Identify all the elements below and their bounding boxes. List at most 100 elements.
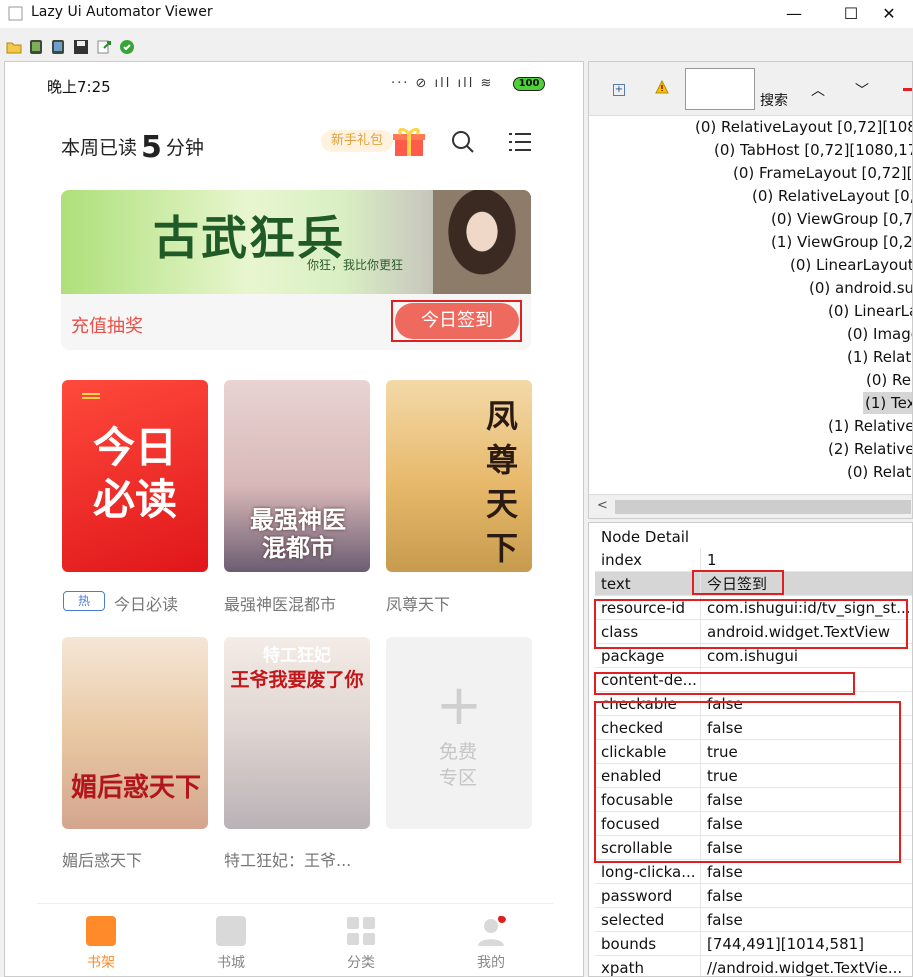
prev-match-button[interactable]: ︿ — [811, 80, 825, 100]
tree-node[interactable]: (0) LinearLa — [828, 300, 912, 322]
reading-suffix: 分钟 — [165, 137, 204, 159]
tree-search-input[interactable] — [685, 68, 755, 110]
detail-row[interactable]: index 1 — [595, 548, 912, 572]
detail-row[interactable]: bounds [744,491][1014,581] — [595, 932, 912, 956]
next-match-button[interactable]: ﹀ — [855, 80, 869, 100]
tree-node[interactable]: (0) Image — [847, 323, 912, 345]
tab-label: 我的 — [477, 955, 505, 971]
reading-minutes: 5 — [141, 130, 162, 165]
tree-node[interactable]: (0) ViewGroup [0,72 — [771, 208, 912, 230]
book-cover[interactable]: 媚后惑天下 — [62, 637, 208, 829]
tab-mine[interactable]: 我的 — [451, 914, 531, 974]
status-time: 晚上7:25 — [47, 78, 111, 96]
cover-line: 今日 — [92, 423, 177, 472]
tree-node[interactable]: (0) RelativeLayout [0,72][1080, — [695, 116, 912, 138]
hot-badge: 热 — [63, 591, 105, 611]
scrollbar-thumb[interactable] — [615, 500, 911, 514]
detail-row[interactable]: xpath //android.widget.TextVie... — [595, 956, 912, 977]
search-label: 搜索 — [760, 93, 788, 109]
tree-horizontal-scrollbar[interactable]: < — [589, 494, 912, 518]
reading-prefix: 本周已读 — [61, 137, 138, 159]
newbie-gift-button[interactable]: 新手礼包 — [321, 126, 425, 156]
tree-node[interactable]: (0) TabHost [0,72][1080,175 — [714, 139, 912, 161]
detail-value: [744,491][1014,581] — [707, 935, 865, 953]
tab-bookshelf[interactable]: 书架 — [61, 914, 141, 974]
search-icon[interactable] — [451, 130, 475, 154]
cover-line: 专区 — [438, 767, 477, 789]
main-toolbar — [0, 37, 200, 59]
banner-portrait — [433, 190, 531, 294]
book-cover-text: 媚后惑天下 — [70, 773, 201, 803]
tree-node[interactable]: (1) ViewGroup [0,24 — [771, 231, 912, 253]
tree-node[interactable]: (0) LinearLayout — [790, 254, 912, 276]
detail-row[interactable]: long-clicka... false — [595, 860, 912, 884]
user-icon — [478, 916, 506, 946]
minimize-button[interactable]: — — [771, 0, 817, 28]
tree-toolbar: + 搜索 ︿ ﹀ — [589, 62, 912, 116]
tree-node[interactable]: (0) Rel — [866, 369, 912, 391]
device-screenshot-alt-icon[interactable] — [50, 39, 66, 55]
banner-title-prefix: 古 — [153, 211, 201, 265]
annotation-box-resource-class — [594, 599, 908, 649]
node-detail-panel: Node Detail index 1 text 今日签到 resource-id c… — [588, 522, 913, 977]
device-screenshot-icon[interactable] — [28, 39, 44, 55]
detail-value: //android.widget.TextVie... — [707, 959, 903, 977]
plus-icon: + — [435, 673, 483, 738]
clear-search-icon[interactable] — [903, 88, 912, 91]
book-cover-text: 今日 必读 — [80, 422, 190, 526]
book-cover[interactable]: 凤尊天下 — [386, 380, 532, 572]
tab-bookstore[interactable]: 书城 — [191, 914, 271, 974]
book-title[interactable]: 最强神医混都市 — [224, 591, 336, 615]
window-title: Lazy Ui Automator Viewer — [31, 4, 213, 20]
bottom-tab-bar: 书架 书城 分类 我的 — [37, 903, 553, 976]
close-button[interactable]: ✕ — [866, 0, 912, 28]
export-icon[interactable] — [96, 39, 112, 55]
warning-icon[interactable] — [655, 80, 669, 94]
free-zone-tile[interactable]: + 免费 专区 — [386, 637, 532, 829]
tree-node[interactable]: (1) Relati — [847, 346, 912, 368]
detail-value: false — [707, 887, 743, 905]
book-title[interactable]: 特工狂妃：王爷... — [224, 847, 351, 871]
book-cover-text: 最强神医 混都市 — [230, 506, 366, 562]
tree-node[interactable]: (0) Relati — [847, 461, 912, 483]
book-cover-text: 特工狂妃 — [263, 646, 331, 666]
recharge-lottery-link[interactable]: 充值抽奖 — [71, 312, 143, 338]
tree-node[interactable]: (2) Relative — [828, 438, 912, 460]
book-cover-text: 王爷我要废了你 — [230, 669, 364, 691]
device-screenshot-panel[interactable]: 晚上7:25 ··· ⊘ ıll ıll ≋ 100 本周已读 5 分钟 新手礼包 … — [4, 61, 584, 977]
book-cover-text: 凤尊天下 — [480, 394, 524, 570]
detail-value: false — [707, 911, 743, 929]
book-title[interactable]: 今日必读 — [114, 591, 178, 615]
save-icon[interactable] — [73, 39, 89, 55]
book-cover[interactable]: 最强神医 混都市 — [224, 380, 370, 572]
detail-key: long-clicka... — [595, 860, 701, 884]
gift-box-icon — [393, 127, 425, 156]
book-cover[interactable]: 特工狂妃 王爷我要废了你 — [224, 637, 370, 829]
tab-category[interactable]: 分类 — [321, 914, 401, 974]
scroll-left-icon[interactable]: < — [597, 498, 608, 513]
menu-icon[interactable] — [509, 132, 531, 152]
selected-node-highlight — [391, 300, 522, 342]
annotation-box-flags — [594, 701, 901, 863]
detail-key: xpath — [595, 956, 701, 976]
book-title[interactable]: 媚后惑天下 — [62, 847, 142, 871]
cover-line: 尊 — [485, 441, 518, 479]
book-title[interactable]: 凤尊天下 — [386, 591, 450, 615]
tree-node[interactable]: (0) FrameLayout [0,72][1 — [733, 162, 912, 184]
book-cover-today[interactable]: 今日 必读 — [62, 380, 208, 572]
android-icon[interactable] — [119, 39, 135, 55]
tree-node-selected[interactable]: (1) Tex — [863, 392, 912, 414]
expand-all-icon[interactable]: + — [613, 84, 625, 96]
detail-row[interactable]: password false — [595, 884, 912, 908]
tree-node[interactable]: (0) android.su — [809, 277, 912, 299]
detail-value: false — [707, 863, 743, 881]
tree-node[interactable]: (0) RelativeLayout [0,7 — [752, 185, 912, 207]
detail-row[interactable]: selected false — [595, 908, 912, 932]
detail-key: text — [595, 572, 701, 596]
cover-line: 天 — [485, 485, 518, 523]
banner-image[interactable]: 古武狂兵 你狂，我比你更狂 — [61, 190, 531, 294]
battery-icon: 100 — [513, 77, 545, 91]
open-folder-icon[interactable] — [6, 39, 22, 55]
tree-node[interactable]: (1) Relative — [828, 415, 912, 437]
store-icon — [216, 916, 246, 946]
